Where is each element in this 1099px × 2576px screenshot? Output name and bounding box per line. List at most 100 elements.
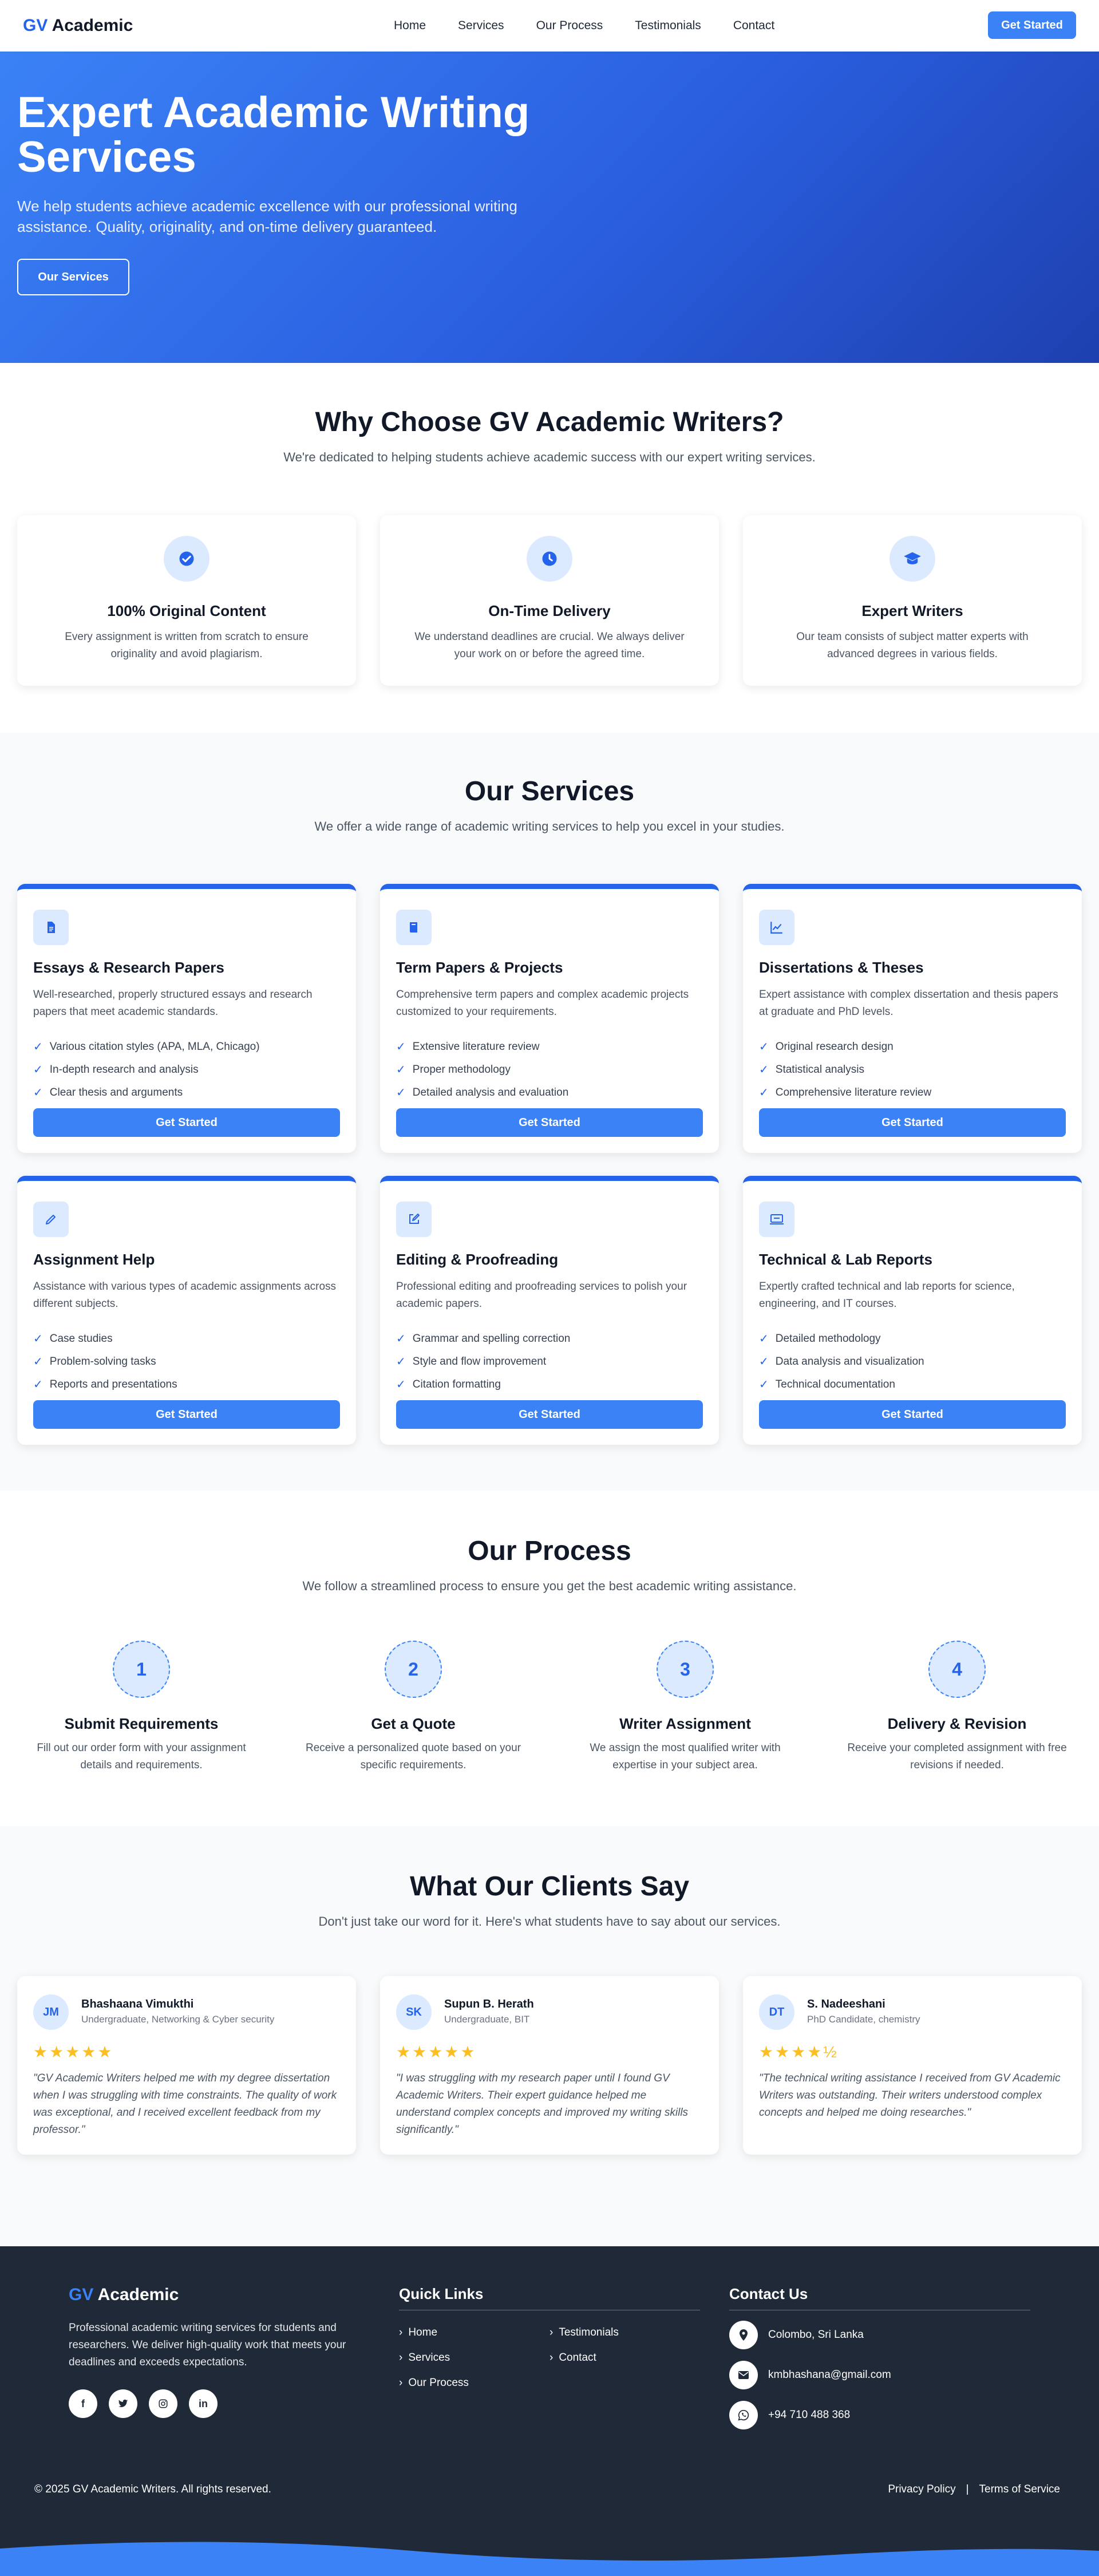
feature-text: Style and flow improvement <box>412 1356 547 1368</box>
step-title: Get a Quote <box>371 1715 456 1732</box>
process-step-3: 3 Writer Assignment We assign the most q… <box>559 1641 811 1774</box>
footer-link-services[interactable]: › Services <box>399 2352 450 2364</box>
chevron-right-icon: › <box>399 2352 403 2364</box>
our-services-button[interactable]: Our Services <box>17 259 129 295</box>
contact-text: kmbhashana@gmail.com <box>768 2369 891 2381</box>
service-feature-list: ✓ Extensive literature review ✓ Proper met… <box>396 1036 568 1104</box>
nav-get-started-button[interactable]: Get Started <box>988 11 1076 39</box>
top-nav: GV Academic Home Services Our Process Te… <box>0 0 1099 52</box>
check-icon: ✓ <box>33 1378 43 1391</box>
terms-of-service-link[interactable]: Terms of Service <box>979 2483 1060 2496</box>
step-text: Fill out our order form with your assign… <box>37 1742 246 1771</box>
testimonial-card: JM Bhashaana Vimukthi Undergraduate, Net… <box>17 1976 356 2155</box>
feature-text: Proper methodology <box>412 1064 511 1076</box>
twitter-icon[interactable] <box>109 2389 137 2418</box>
feature-text: Problem-solving tasks <box>49 1356 156 1368</box>
get-started-button[interactable]: Get Started <box>33 1108 340 1137</box>
list-item: ✓ Detailed analysis and evaluation <box>396 1081 568 1104</box>
list-item: ✓ Clear thesis and arguments <box>33 1081 260 1104</box>
email-icon <box>729 2361 758 2389</box>
service-card-assignment: Assignment Help Assistance with various … <box>17 1176 356 1445</box>
feature-text: Citation formatting <box>412 1378 501 1390</box>
list-item: ✓ Style and flow improvement <box>396 1350 570 1373</box>
get-started-button[interactable]: Get Started <box>759 1400 1066 1429</box>
service-title: Dissertations & Theses <box>759 959 924 976</box>
get-started-button[interactable]: Get Started <box>396 1108 703 1137</box>
reviewer-role: Undergraduate, Networking & Cyber securi… <box>81 2014 275 2025</box>
feature-text: Comprehensive literature review <box>775 1086 932 1099</box>
contact-email[interactable]: kmbhashana@gmail.com <box>729 2361 891 2389</box>
why-title: Why Choose GV Academic Writers? <box>315 407 784 437</box>
star-rating: ★★★★★ <box>396 2043 477 2061</box>
check-icon: ✓ <box>759 1086 769 1099</box>
service-desc: Professional editing and proofreading se… <box>396 1281 687 1310</box>
testimonial-quote: "GV Academic Writers helped me with my d… <box>33 2072 337 2136</box>
service-title: Term Papers & Projects <box>396 959 563 976</box>
privacy-policy-link[interactable]: Privacy Policy <box>888 2483 955 2496</box>
footer-link-testimonials[interactable]: › Testimonials <box>550 2326 619 2339</box>
service-card-term-papers: Term Papers & Projects Comprehensive ter… <box>380 884 719 1153</box>
feature-text: Technical documentation <box>775 1378 895 1390</box>
service-title: Assignment Help <box>33 1251 155 1268</box>
nav-link-process[interactable]: Our Process <box>536 19 603 33</box>
feature-text: Statistical analysis <box>775 1064 864 1076</box>
nav-link-contact[interactable]: Contact <box>733 19 774 33</box>
step-text: We assign the most qualified writer with… <box>590 1742 781 1771</box>
list-item: ✓ Proper methodology <box>396 1058 568 1081</box>
logo[interactable]: GV Academic <box>23 16 133 35</box>
get-started-button[interactable]: Get Started <box>759 1108 1066 1137</box>
feature-title: On-Time Delivery <box>488 602 611 619</box>
reviewer-role: PhD Candidate, chemistry <box>807 2014 920 2025</box>
get-started-button[interactable]: Get Started <box>33 1400 340 1429</box>
footer-link-process[interactable]: › Our Process <box>399 2377 469 2389</box>
step-number: 1 <box>113 1641 170 1698</box>
feature-text: Data analysis and visualization <box>775 1356 924 1368</box>
step-number: 2 <box>385 1641 442 1698</box>
contact-text: Colombo, Sri Lanka <box>768 2329 864 2341</box>
check-icon: ✓ <box>759 1333 769 1345</box>
step-title: Delivery & Revision <box>887 1715 1027 1732</box>
footer-link-contact[interactable]: › Contact <box>550 2352 596 2364</box>
check-icon: ✓ <box>33 1041 43 1053</box>
testimonial-card: SK Supun B. Herath Undergraduate, BIT ★★… <box>380 1976 719 2155</box>
check-icon: ✓ <box>759 1041 769 1053</box>
feature-text: Case studies <box>49 1333 113 1345</box>
list-item: ✓ Grammar and spelling correction <box>396 1327 570 1350</box>
footer-logo[interactable]: GV Academic <box>69 2285 179 2305</box>
testimonial-quote: "I was struggling with my research paper… <box>396 2072 689 2136</box>
check-icon: ✓ <box>33 1064 43 1076</box>
avatar: DT <box>759 1994 794 2030</box>
process-title: Our Process <box>468 1536 631 1566</box>
footer-link-home[interactable]: › Home <box>399 2326 437 2339</box>
service-title: Editing & Proofreading <box>396 1251 559 1268</box>
link-label: Contact <box>559 2352 596 2364</box>
check-icon: ✓ <box>396 1064 406 1076</box>
step-title: Writer Assignment <box>619 1715 751 1732</box>
chart-line-icon <box>759 910 794 945</box>
contact-text: +94 710 488 368 <box>768 2409 851 2421</box>
feature-title: Expert Writers <box>861 602 963 619</box>
linkedin-icon[interactable]: in <box>189 2389 218 2418</box>
check-icon: ✓ <box>33 1333 43 1345</box>
list-item: ✓ Data analysis and visualization <box>759 1350 924 1373</box>
list-item: ✓ Reports and presentations <box>33 1373 177 1396</box>
service-feature-list: ✓ Original research design ✓ Statistical a… <box>759 1036 931 1104</box>
nav-link-services[interactable]: Services <box>458 19 504 33</box>
feature-text: Detailed methodology <box>775 1333 881 1345</box>
nav-link-testimonials[interactable]: Testimonials <box>635 19 701 33</box>
service-desc: Assistance with various types of academi… <box>33 1281 337 1310</box>
process-step-2: 2 Get a Quote Receive a personalized quo… <box>287 1641 539 1774</box>
testimonial-quote: "The technical writing assistance I rece… <box>759 2072 1061 2119</box>
contact-phone[interactable]: +94 710 488 368 <box>729 2401 850 2429</box>
list-item: ✓ Problem-solving tasks <box>33 1350 177 1373</box>
feature-card-original: 100% Original Content Every assignment i… <box>17 515 356 686</box>
logo-text: Academic <box>48 16 133 35</box>
testimonials-subtitle: Don't just take our word for it. Here's … <box>318 1914 781 1929</box>
get-started-button[interactable]: Get Started <box>396 1400 703 1429</box>
why-subtitle: We're dedicated to helping students achi… <box>283 450 816 464</box>
instagram-icon[interactable] <box>149 2389 177 2418</box>
feature-text: Reports and presentations <box>49 1378 177 1390</box>
nav-link-home[interactable]: Home <box>394 19 426 33</box>
feature-card-writers: Expert Writers Our team consists of subj… <box>743 515 1082 686</box>
facebook-icon[interactable]: f <box>69 2389 97 2418</box>
